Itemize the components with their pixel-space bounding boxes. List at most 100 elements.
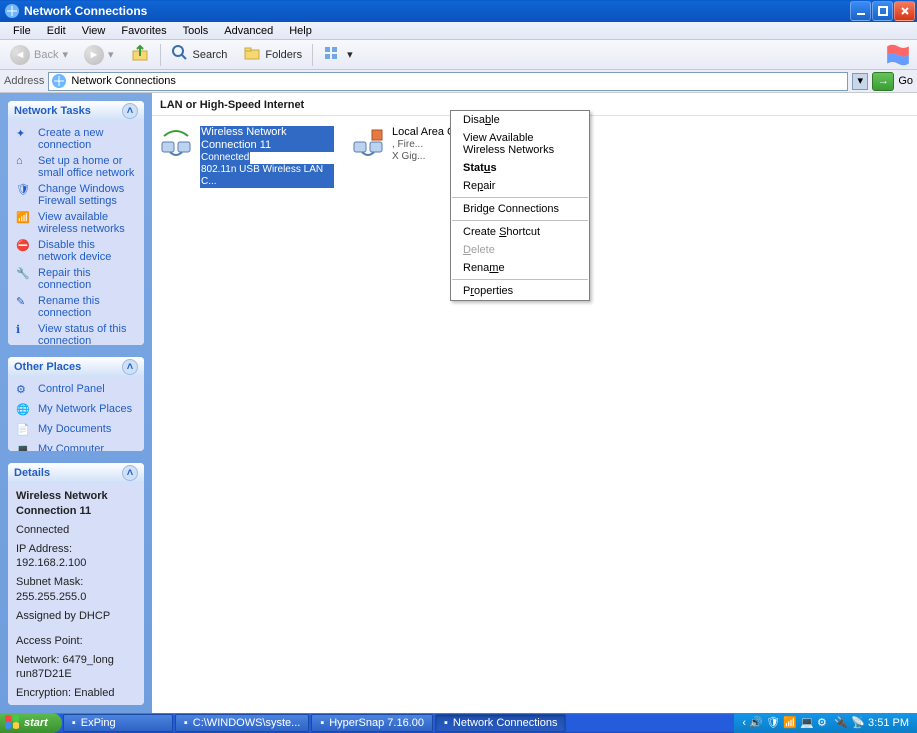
- task-view-status[interactable]: ℹView status of this connection: [16, 323, 136, 345]
- window-title: Network Connections: [24, 4, 850, 18]
- tray-icon[interactable]: ⚙: [817, 716, 831, 730]
- task-view-wireless[interactable]: 📶View available wireless networks: [16, 211, 136, 235]
- details-state: Connected: [16, 523, 136, 538]
- tray-icon[interactable]: 📶: [783, 716, 797, 730]
- network-places-icon: 🌐: [16, 403, 32, 419]
- up-button[interactable]: [124, 41, 156, 68]
- network-icon: ▪: [444, 717, 448, 729]
- address-dropdown[interactable]: ▾: [852, 73, 868, 90]
- views-icon: [323, 44, 343, 65]
- collapse-icon: ˄: [122, 359, 138, 375]
- minimize-button[interactable]: [850, 1, 871, 21]
- menu-view[interactable]: View: [75, 23, 113, 39]
- place-my-documents[interactable]: 📄My Documents: [16, 423, 136, 439]
- taskbar-item-hypersnap[interactable]: ▪HyperSnap 7.16.00: [311, 714, 433, 732]
- task-repair-connection[interactable]: 🔧Repair this connection: [16, 267, 136, 291]
- panel-header[interactable]: Network Tasks ˄: [8, 101, 144, 121]
- chevron-down-icon: ▾: [108, 48, 114, 61]
- tray-clock[interactable]: 3:51 PM: [868, 717, 909, 729]
- task-disable-device[interactable]: ⛔Disable this network device: [16, 239, 136, 263]
- panel-title: Other Places: [14, 361, 81, 373]
- menu-edit[interactable]: Edit: [40, 23, 73, 39]
- home-icon: ⌂: [16, 155, 32, 171]
- place-control-panel[interactable]: ⚙Control Panel: [16, 383, 136, 399]
- wireless-connection-icon: [158, 126, 194, 162]
- ctx-status[interactable]: Status: [451, 159, 589, 177]
- ctx-create-shortcut[interactable]: Create Shortcut: [451, 223, 589, 241]
- taskbar-item-cmd[interactable]: ▪C:\WINDOWS\syste...: [175, 714, 309, 732]
- collapse-icon: ˄: [122, 103, 138, 119]
- place-network-places[interactable]: 🌐My Network Places: [16, 403, 136, 419]
- folders-label: Folders: [265, 49, 302, 61]
- task-create-connection[interactable]: ✦Create a new connection: [16, 127, 136, 151]
- tasks-sidebar: Network Tasks ˄ ✦Create a new connection…: [0, 93, 152, 713]
- disable-icon: ⛔: [16, 239, 32, 255]
- panel-header[interactable]: Details ˄: [8, 463, 144, 483]
- wizard-icon: ✦: [16, 127, 32, 143]
- ctx-view-wireless[interactable]: View Available Wireless Networks: [451, 129, 589, 159]
- context-menu: Disable View Available Wireless Networks…: [450, 110, 590, 301]
- task-rename-connection[interactable]: ✎Rename this connection: [16, 295, 136, 319]
- tray-icon[interactable]: 🛡: [766, 716, 780, 730]
- start-label: start: [24, 717, 48, 729]
- task-setup-home-network[interactable]: ⌂Set up a home or small office network: [16, 155, 136, 179]
- titlebar: Network Connections: [0, 0, 917, 22]
- menu-help[interactable]: Help: [282, 23, 319, 39]
- xp-flag-icon: [885, 42, 911, 68]
- network-connections-icon: [51, 73, 67, 89]
- tray-icon[interactable]: 🔊: [749, 716, 763, 730]
- maximize-button[interactable]: [872, 1, 893, 21]
- task-firewall-settings[interactable]: 🛡Change Windows Firewall settings: [16, 183, 136, 207]
- details-mask: Subnet Mask: 255.255.255.0: [16, 575, 136, 605]
- menu-tools[interactable]: Tools: [176, 23, 216, 39]
- menu-advanced[interactable]: Advanced: [217, 23, 280, 39]
- tray-icon[interactable]: 🔌: [834, 716, 848, 730]
- ctx-disable[interactable]: Disable: [451, 111, 589, 129]
- address-bar: Address Network Connections ▾ → Go: [0, 70, 917, 93]
- details-ip: IP Address: 192.168.2.100: [16, 542, 136, 572]
- toolbar: ◄ Back ▾ ► ▾ Search Folders ▾: [0, 40, 917, 70]
- system-tray[interactable]: ‹ 🔊 🛡 📶 💻 ⚙ 🔌 📡 3:51 PM: [734, 713, 917, 733]
- details-ap-network: Network: 6479_long run87D21E: [16, 653, 136, 683]
- go-button[interactable]: →: [872, 72, 894, 91]
- search-button[interactable]: Search: [165, 42, 234, 67]
- place-my-computer[interactable]: 💻My Computer: [16, 443, 136, 451]
- connection-item-wireless[interactable]: Wireless Network Connection 11 Connected…: [156, 124, 336, 190]
- taskbar-item-exping[interactable]: ▪ExPing: [63, 714, 173, 732]
- tray-icon[interactable]: 📡: [851, 716, 865, 730]
- documents-icon: 📄: [16, 423, 32, 439]
- folders-button[interactable]: Folders: [237, 42, 308, 67]
- taskbar-item-network-connections[interactable]: ▪Network Connections: [435, 714, 566, 732]
- forward-button[interactable]: ► ▾: [78, 43, 120, 67]
- wireless-icon: 📶: [16, 211, 32, 227]
- status-icon: ℹ: [16, 323, 32, 339]
- ctx-rename[interactable]: Rename: [451, 259, 589, 277]
- panel-header[interactable]: Other Places ˄: [8, 357, 144, 377]
- rename-icon: ✎: [16, 295, 32, 311]
- tray-icon[interactable]: 💻: [800, 716, 814, 730]
- address-value: Network Connections: [71, 75, 176, 87]
- address-field[interactable]: Network Connections: [48, 72, 848, 91]
- panel-details: Details ˄ Wireless Network Connection 11…: [8, 463, 144, 705]
- back-arrow-icon: ◄: [10, 45, 30, 65]
- start-button[interactable]: start: [0, 713, 62, 733]
- ctx-repair[interactable]: Repair: [451, 177, 589, 195]
- folders-icon: [243, 44, 261, 65]
- close-button[interactable]: [894, 1, 915, 21]
- views-button[interactable]: ▾: [317, 42, 359, 67]
- firewall-icon: 🛡: [16, 183, 32, 199]
- control-panel-icon: ⚙: [16, 383, 32, 399]
- menu-favorites[interactable]: Favorites: [114, 23, 173, 39]
- search-icon: [171, 44, 189, 65]
- tray-collapse-icon[interactable]: ‹: [742, 717, 746, 729]
- menu-file[interactable]: File: [6, 23, 38, 39]
- folder-view[interactable]: LAN or High-Speed Internet Wireless Netw…: [152, 93, 917, 713]
- ctx-bridge[interactable]: Bridge Connections: [451, 200, 589, 218]
- ctx-properties[interactable]: Properties: [451, 282, 589, 300]
- menubar: File Edit View Favorites Tools Advanced …: [0, 22, 917, 40]
- back-button[interactable]: ◄ Back ▾: [4, 43, 74, 67]
- panel-title: Network Tasks: [14, 105, 91, 117]
- separator: [452, 197, 588, 198]
- connection-state: Connected: [200, 152, 250, 164]
- panel-other-places: Other Places ˄ ⚙Control Panel 🌐My Networ…: [8, 357, 144, 451]
